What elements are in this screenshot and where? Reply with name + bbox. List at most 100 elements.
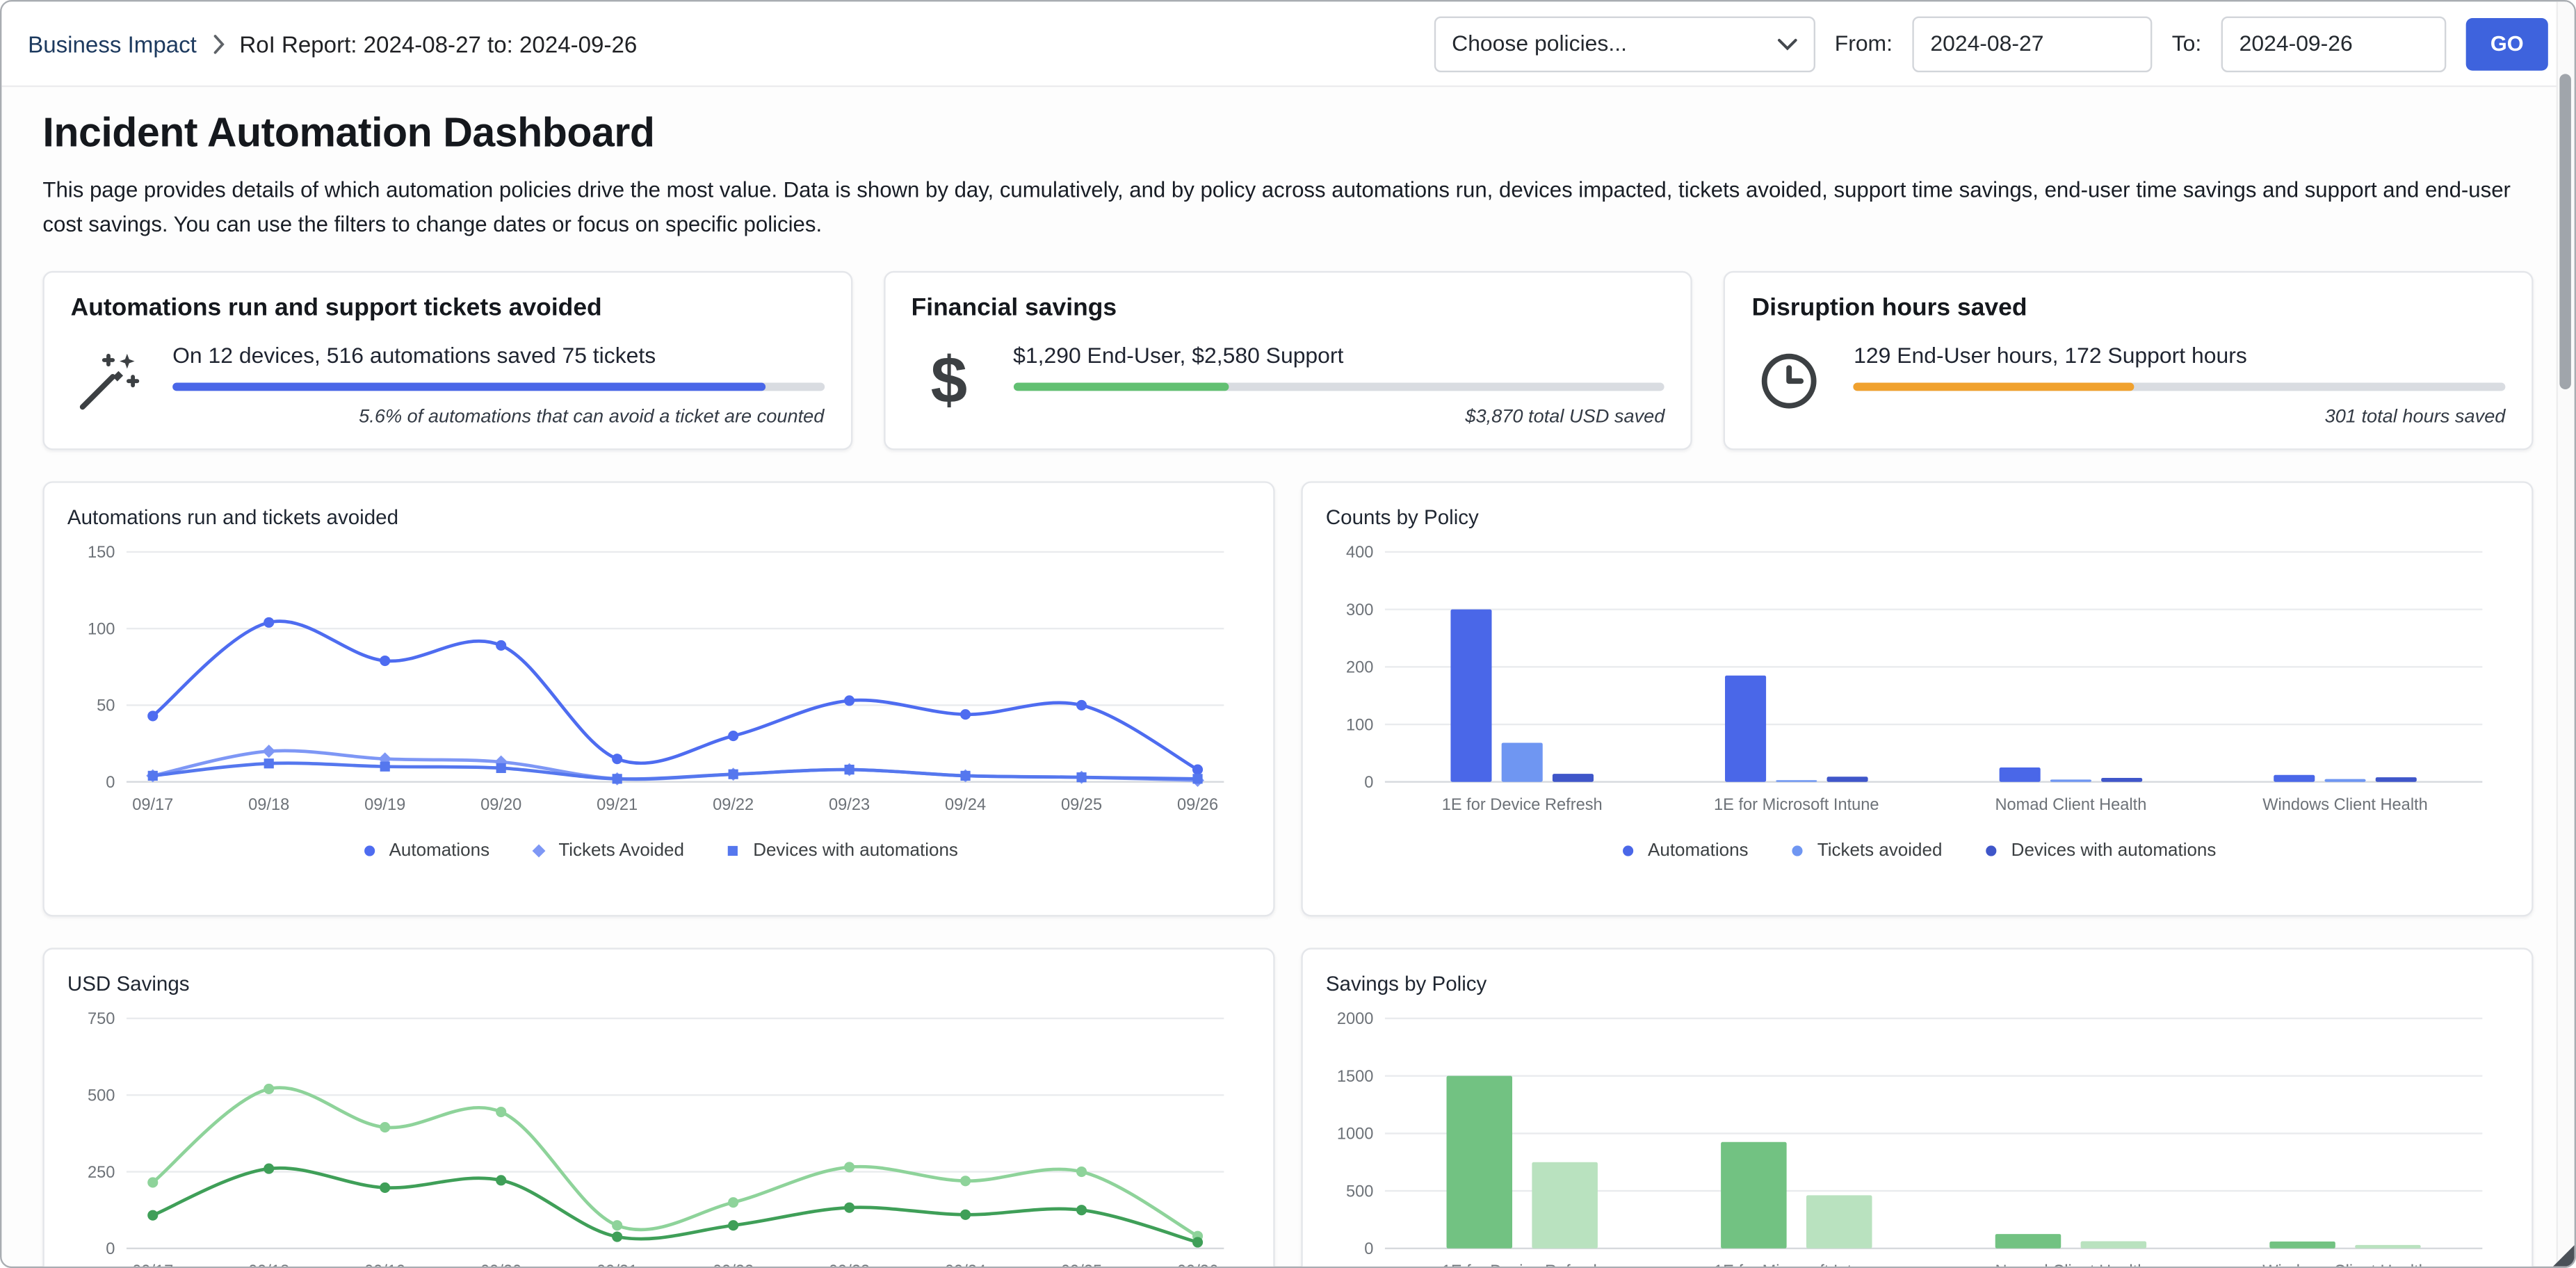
kpi-card-automations: Automations run and support tickets avoi… [42, 270, 852, 450]
svg-text:300: 300 [1346, 601, 1373, 619]
svg-text:2000: 2000 [1337, 1010, 1374, 1028]
kpi-card-financial: Financial savings $ $1,290 End-User, $2,… [883, 270, 1692, 450]
policies-select[interactable]: Choose policies... [1434, 15, 1815, 71]
kpi-title: Disruption hours saved [1752, 293, 2506, 321]
legend-marker-icon [1788, 840, 1807, 860]
clock-icon [1752, 343, 1828, 418]
svg-text:1E for Microsoft Intune: 1E for Microsoft Intune [1714, 1262, 1879, 1268]
legend-label: Automations [389, 840, 490, 860]
kpi-progress-fill [172, 382, 765, 391]
to-date-input[interactable] [2221, 15, 2447, 71]
kpi-progress-fill [1854, 382, 2134, 391]
policies-select-value: Choose policies... [1452, 31, 1627, 56]
svg-text:1E for Device Refresh: 1E for Device Refresh [1442, 795, 1603, 813]
kpi-progress-track [1013, 382, 1664, 391]
legend-marker-icon [1619, 840, 1638, 860]
kpi-row: Automations run and support tickets avoi… [42, 270, 2533, 450]
legend-item[interactable]: Tickets avoided [1788, 840, 1942, 860]
svg-text:09/17: 09/17 [132, 1262, 173, 1268]
line-chart-usd-savings: 025050075009/1709/1809/1909/2009/2109/22… [67, 1008, 1240, 1268]
vertical-scrollbar[interactable] [2557, 1, 2575, 1266]
breadcrumb-current: RoI Report: 2024-08-27 to: 2024-09-26 [239, 31, 637, 57]
kpi-footnote: 301 total hours saved [1854, 407, 2505, 426]
svg-text:09/22: 09/22 [713, 795, 754, 813]
legend-marker-icon [1982, 840, 2001, 860]
svg-text:0: 0 [106, 773, 115, 791]
svg-text:09/25: 09/25 [1061, 1262, 1102, 1268]
line-chart-automations-by-day: 05010015009/1709/1809/1909/2009/2109/220… [67, 542, 1240, 821]
svg-text:09/18: 09/18 [248, 795, 289, 813]
svg-text:09/23: 09/23 [829, 795, 870, 813]
kpi-progress-fill [1013, 382, 1228, 391]
legend-item[interactable]: Devices with automations [1982, 840, 2216, 860]
scrollbar-thumb[interactable] [2559, 74, 2571, 389]
svg-text:50: 50 [97, 697, 115, 715]
chart-svg: 01002003004001E for Device Refresh1E for… [1326, 542, 2499, 821]
top-bar: Business Impact RoI Report: 2024-08-27 t… [1, 1, 2574, 87]
chart-title: Counts by Policy [1326, 505, 2509, 528]
svg-text:09/26: 09/26 [1177, 1262, 1218, 1268]
svg-text:Windows Client Health: Windows Client Health [2262, 795, 2428, 813]
svg-text:1000: 1000 [1337, 1125, 1374, 1143]
svg-text:100: 100 [1346, 716, 1373, 734]
dollar-icon: $ [912, 343, 987, 418]
svg-text:09/23: 09/23 [829, 1262, 870, 1268]
svg-text:09/24: 09/24 [945, 795, 986, 813]
breadcrumb-link-business-impact[interactable]: Business Impact [28, 31, 197, 57]
scroll-corner-icon [2553, 1245, 2575, 1267]
legend-item[interactable]: Automations [1619, 840, 1749, 860]
svg-text:Nomad Client Health: Nomad Client Health [1995, 795, 2146, 813]
svg-text:1E for Microsoft Intune: 1E for Microsoft Intune [1714, 795, 1879, 813]
svg-text:Nomad Client Health: Nomad Client Health [1995, 1262, 2146, 1268]
legend-label: Tickets avoided [1817, 840, 1943, 860]
bar-chart-savings-by-policy: 0 500 1000 1500 2000 1E for Device Refresh 1E … [1326, 1008, 2499, 1268]
chevron-down-icon [1777, 31, 1797, 56]
svg-text:200: 200 [1346, 658, 1373, 676]
breadcrumb: Business Impact RoI Report: 2024-08-27 t… [28, 31, 637, 57]
svg-text:750: 750 [88, 1010, 115, 1028]
bar-chart-counts-by-policy: 01002003004001E for Device Refresh1E for… [1326, 542, 2499, 821]
legend-item[interactable]: Devices with automations [724, 840, 958, 860]
legend-item[interactable]: Automations [359, 840, 489, 860]
chart-title: USD Savings [67, 972, 1250, 995]
kpi-summary: 129 End-User hours, 172 Support hours [1854, 343, 2505, 367]
kpi-footnote: 5.6% of automations that can avoid a tic… [172, 407, 824, 426]
svg-text:100: 100 [88, 620, 115, 638]
chart-svg: 025050075009/1709/1809/1909/2009/2109/22… [67, 1008, 1240, 1268]
svg-text:1500: 1500 [1337, 1067, 1374, 1085]
kpi-title: Automations run and support tickets avoi… [71, 293, 825, 321]
chart-title: Automations run and tickets avoided [67, 505, 1250, 528]
from-date-input[interactable] [1912, 15, 2152, 71]
kpi-card-disruption: Disruption hours saved 129 End-User hour… [1724, 270, 2533, 450]
legend-label: Automations [1648, 840, 1749, 860]
kpi-progress-track [1854, 382, 2505, 391]
chart-card-usd-savings: USD Savings 025050075009/1709/1809/1909/… [42, 948, 1274, 1268]
svg-text:500: 500 [88, 1087, 115, 1105]
page-description: This page provides details of which auto… [42, 174, 2527, 243]
kpi-progress-track [172, 382, 824, 391]
svg-text:250: 250 [88, 1163, 115, 1181]
svg-text:09/26: 09/26 [1177, 795, 1218, 813]
chart-card-automations-by-day: Automations run and tickets avoided 0 50 1… [42, 481, 1274, 916]
svg-text:09/19: 09/19 [364, 795, 405, 813]
legend-item[interactable]: Tickets Avoided [529, 840, 684, 860]
kpi-footnote: $3,870 total USD saved [1013, 407, 1664, 426]
legend-label: Devices with automations [753, 840, 958, 860]
charts-grid: Automations run and tickets avoided 0 50 1… [42, 481, 2533, 1268]
svg-text:1E for Device Refresh: 1E for Device Refresh [1442, 1262, 1603, 1268]
legend-marker-icon [359, 840, 379, 860]
chart-card-counts-by-policy: Counts by Policy 01002003004001E for Dev… [1301, 481, 2533, 916]
kpi-summary: $1,290 End-User, $2,580 Support [1013, 343, 1664, 367]
svg-text:0: 0 [1364, 1239, 1373, 1258]
svg-text:0: 0 [1364, 773, 1373, 791]
svg-text:09/25: 09/25 [1061, 795, 1102, 813]
page-title: Incident Automation Dashboard [42, 110, 2533, 158]
go-button[interactable]: GO [2466, 17, 2548, 70]
chevron-right-icon [211, 33, 225, 53]
svg-text:09/20: 09/20 [480, 795, 521, 813]
chart-svg: 05010015009/1709/1809/1909/2009/2109/220… [67, 542, 1240, 821]
chart-legend: Automations Tickets avoided Devices with a… [1326, 840, 2509, 860]
svg-text:09/20: 09/20 [480, 1262, 521, 1268]
svg-text:500: 500 [1346, 1182, 1373, 1201]
legend-label: Tickets Avoided [558, 840, 684, 860]
